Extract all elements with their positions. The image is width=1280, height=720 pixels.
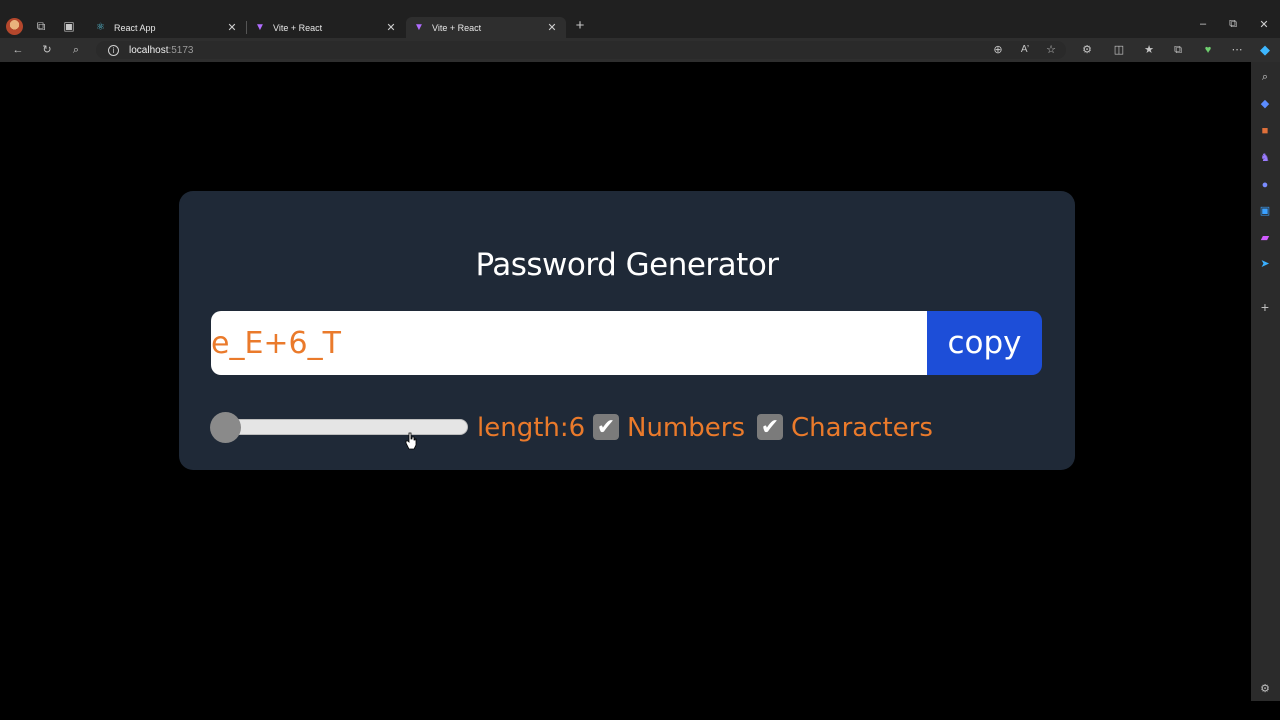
close-tab-icon[interactable]: ✕ [385, 21, 397, 34]
tab-actions-icon[interactable]: ▣ [60, 18, 78, 34]
zoom-icon[interactable]: ⊕ [990, 42, 1006, 58]
tab-label: Vite + React [432, 22, 482, 33]
sidebar-add-icon[interactable]: + [1258, 300, 1272, 314]
split-screen-icon[interactable]: ◫ [1111, 42, 1127, 58]
close-tab-icon[interactable]: ✕ [546, 21, 558, 34]
restore-icon[interactable]: ⧉ [1223, 18, 1243, 31]
characters-checkbox[interactable]: ✔ [757, 414, 783, 440]
url-host: localhost [129, 44, 169, 56]
sidebar-search-icon[interactable]: ⌕ [1258, 70, 1272, 84]
sidebar-send-icon[interactable]: ➤ [1258, 257, 1272, 271]
sidebar-outlook-icon[interactable]: ▣ [1258, 204, 1272, 218]
collections-icon[interactable]: ⧉ [1170, 42, 1186, 58]
vite-icon: ▼ [414, 21, 424, 33]
length-slider-thumb[interactable] [210, 412, 241, 443]
sidebar-tools-icon[interactable]: ■ [1258, 124, 1272, 138]
react-icon: ⚛ [96, 21, 105, 33]
copy-button[interactable]: copy [927, 311, 1042, 375]
site-info-icon[interactable]: i [108, 44, 119, 56]
sidebar-settings-icon[interactable]: ⚙ [1258, 682, 1272, 696]
close-tab-icon[interactable]: ✕ [226, 21, 238, 34]
numbers-checkbox[interactable]: ✔ [593, 414, 619, 440]
back-arrow-icon[interactable]: ← [10, 42, 26, 58]
refresh-icon[interactable]: ↻ [39, 42, 55, 58]
tab-label: Vite + React [273, 22, 323, 33]
password-input[interactable] [211, 311, 927, 375]
read-aloud-icon[interactable]: A’ [1017, 42, 1033, 58]
numbers-label: Numbers [627, 413, 745, 443]
extensions-icon[interactable]: ⚙ [1079, 42, 1095, 58]
url-port: :5173 [168, 44, 194, 56]
copilot-icon[interactable]: ◆ [1257, 42, 1273, 58]
favorite-star-icon[interactable]: ☆ [1043, 42, 1059, 58]
mouse-cursor-icon [405, 432, 417, 450]
page-title: Password Generator [475, 247, 779, 283]
tab-vite-react[interactable]: ▼ Vite + React ✕ [247, 17, 405, 38]
tab-react-app[interactable]: ⚛ React App ✕ [88, 17, 246, 38]
sidebar-copilot-icon[interactable]: ● [1258, 178, 1272, 192]
more-options-icon[interactable]: ⋯ [1229, 42, 1245, 58]
tab-vite-react-active[interactable]: ▼ Vite + React ✕ [406, 17, 566, 38]
close-window-icon[interactable]: ✕ [1254, 18, 1274, 31]
length-label: length:6 [477, 413, 586, 443]
search-icon[interactable]: ⌕ [68, 42, 84, 58]
characters-label: Characters [791, 413, 933, 443]
sidebar-designer-icon[interactable]: ▰ [1258, 231, 1272, 245]
browser-essentials-icon[interactable]: ♥ [1200, 42, 1216, 58]
sidebar-games-icon[interactable]: ♞ [1258, 151, 1272, 165]
workspaces-icon[interactable]: ⧉ [32, 18, 50, 34]
favorites-icon[interactable]: ★ [1141, 42, 1157, 58]
new-tab-plus-icon[interactable]: + [571, 18, 589, 34]
address-bar[interactable]: i localhost:5173 [96, 41, 1066, 59]
sidebar-shopping-icon[interactable]: ◆ [1258, 97, 1272, 111]
tab-label: React App [114, 22, 156, 33]
window-bottom-edge [0, 701, 1280, 720]
minimize-icon[interactable]: – [1193, 18, 1213, 30]
vite-icon: ▼ [255, 21, 265, 33]
length-slider-track[interactable] [212, 419, 468, 435]
profile-avatar-icon[interactable] [6, 18, 23, 35]
